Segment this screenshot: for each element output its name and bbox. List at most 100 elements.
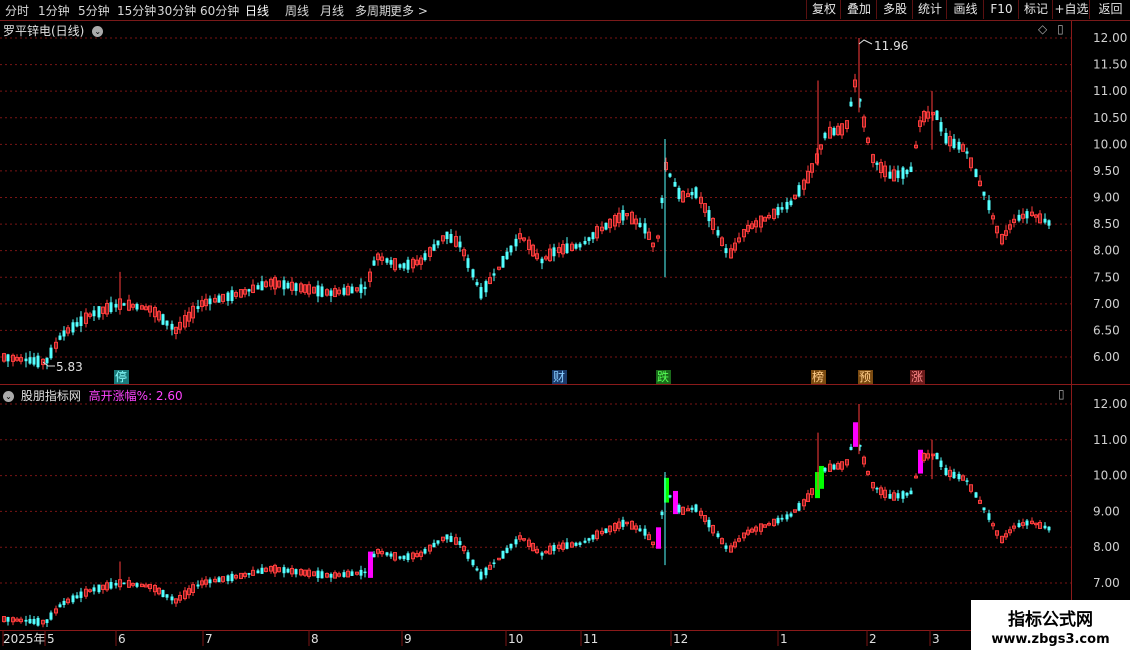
candle-body — [987, 200, 991, 211]
candle-body — [329, 290, 333, 296]
indicator-window-icon[interactable]: ▯ — [1058, 387, 1065, 401]
main-y-tick-1: 11.50 — [1093, 58, 1127, 72]
candle-body — [552, 247, 556, 257]
candle-body — [282, 280, 286, 290]
candle-body — [484, 281, 488, 293]
candle-body — [896, 170, 900, 179]
ind-candle-body — [363, 571, 367, 574]
candle-body — [320, 286, 324, 297]
ind-candle-body — [24, 619, 28, 622]
event-marker-0[interactable]: 停 — [115, 369, 127, 384]
ind-candle-body — [75, 595, 79, 599]
ind-candle-body — [32, 618, 36, 624]
candle-body — [475, 282, 479, 286]
candle-body — [780, 207, 784, 210]
candle-body — [62, 330, 66, 337]
date-label-11: 3 — [932, 632, 940, 646]
candle-body — [587, 237, 591, 241]
ind-candle-body — [92, 587, 96, 592]
ind-candle-body — [944, 467, 948, 476]
candle-body — [540, 258, 544, 264]
ind-candle-body — [398, 556, 402, 559]
ind-candle-body — [1043, 525, 1047, 529]
candle-body — [660, 197, 664, 204]
ind-candle-body — [226, 575, 230, 582]
candle-body — [170, 323, 174, 330]
event-marker-5[interactable]: 涨 — [911, 369, 923, 384]
expand-icon[interactable]: ⌄ — [92, 26, 104, 37]
ind-candle-body — [587, 538, 591, 541]
ind-candle-body — [935, 452, 939, 460]
ind-candle-body — [540, 552, 544, 556]
candle-body — [901, 167, 905, 179]
ind-candle-body — [320, 571, 324, 579]
ind-candle-body — [406, 553, 410, 560]
ind-y-tick-0: 12.00 — [1093, 397, 1127, 411]
ind-candle-body — [621, 519, 625, 527]
event-marker-2[interactable]: 跌 — [657, 369, 669, 384]
candle-body — [514, 238, 518, 247]
main-y-tick-4: 10.00 — [1093, 137, 1127, 151]
candle-body — [342, 287, 346, 295]
candle-body — [982, 191, 986, 196]
candle-body — [591, 232, 595, 240]
ind-candle-body — [196, 584, 200, 587]
date-label-4: 8 — [311, 632, 319, 646]
candle-body — [6, 354, 10, 362]
ind-candle-body — [449, 535, 453, 542]
ind-candle-body — [823, 467, 827, 472]
ind-candle-body — [260, 567, 264, 574]
candle-body — [716, 230, 720, 236]
ind-candle-body — [479, 571, 483, 580]
ind-candle-body — [282, 567, 286, 574]
diamond-icon[interactable]: ◇ — [1038, 22, 1047, 36]
main-y-tick-0: 12.00 — [1093, 31, 1127, 45]
candle-body — [359, 284, 363, 293]
candle-body — [436, 240, 440, 246]
ind-candle-body — [677, 504, 681, 513]
ind-candle-body — [359, 569, 363, 576]
ind-candle-body — [974, 492, 978, 498]
ind-candle-body — [724, 545, 728, 549]
candle-body — [135, 303, 139, 310]
ind-candle-body — [294, 569, 298, 575]
ind-candle-body — [514, 539, 518, 545]
kline-chart[interactable]: 12.00 11.50 11.00 10.50 10.00 9.50 9.00 8.50 8.0… — [0, 0, 1130, 650]
candle-body — [849, 101, 853, 107]
candle-body — [402, 263, 406, 269]
ind-candle-body — [135, 583, 139, 587]
candle-body — [565, 243, 569, 254]
ind-candle-body — [505, 547, 509, 553]
ind-candle-body — [492, 562, 496, 564]
candle-body — [776, 207, 780, 216]
candle-body — [217, 295, 221, 303]
window-icon[interactable]: ▯ — [1057, 22, 1064, 36]
event-marker-4[interactable]: 预 — [859, 370, 871, 384]
ind-candle-body — [170, 596, 174, 601]
collapse-icon[interactable]: ⌄ — [3, 391, 14, 402]
watermark-title: 指标公式网 — [1008, 610, 1093, 630]
event-marker-1[interactable]: 财 — [553, 370, 565, 384]
ind-candle-body — [780, 517, 784, 520]
main-y-tick-12: 6.00 — [1093, 350, 1120, 364]
ind-candle-body — [832, 464, 836, 470]
candle-body — [445, 231, 449, 240]
candle-body — [260, 281, 264, 291]
ind-candle-body — [1025, 520, 1029, 526]
candle-body — [694, 187, 698, 199]
main-y-tick-10: 7.00 — [1093, 297, 1120, 311]
candle-body — [677, 187, 681, 200]
ind-candle-body — [329, 573, 333, 578]
ind-candle-body — [643, 528, 647, 536]
event-marker-3[interactable]: 榜 — [812, 369, 824, 384]
ind-candle-body — [372, 553, 376, 558]
candle-body — [24, 358, 28, 362]
ind-candle-body — [389, 553, 393, 557]
candle-body — [230, 290, 234, 302]
ind-candle-body — [638, 528, 642, 532]
main-y-tick-9: 7.50 — [1093, 270, 1120, 284]
candle-body — [724, 248, 728, 254]
date-label-7: 11 — [583, 632, 598, 646]
candle-body — [1017, 214, 1021, 221]
ind-candle-body — [578, 542, 582, 545]
